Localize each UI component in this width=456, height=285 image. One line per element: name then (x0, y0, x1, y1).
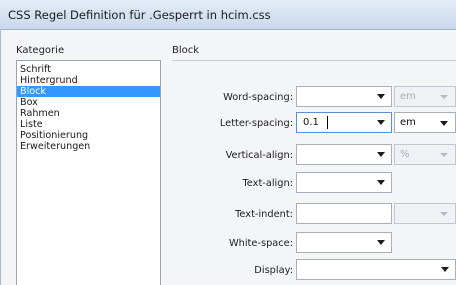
panel-divider (172, 60, 456, 61)
vertical-align-combo[interactable] (296, 144, 392, 165)
category-heading: Kategorie (16, 45, 65, 56)
chevron-down-icon[interactable] (377, 152, 385, 157)
letter-spacing-combo[interactable]: 0.1 (296, 112, 392, 133)
word-spacing-unit-select[interactable]: em (394, 86, 456, 107)
letter-spacing-label: Letter-spacing: (219, 118, 293, 129)
category-item-liste[interactable]: Liste (17, 119, 160, 130)
text-indent-unit-select[interactable] (394, 203, 456, 224)
letter-spacing-unit-value: em (400, 117, 416, 128)
text-align-label: Text-align: (242, 178, 293, 189)
category-list[interactable]: Schrift Hintergrund Block Box Rahmen Lis… (16, 60, 161, 285)
word-spacing-unit-value: em (400, 91, 416, 102)
text-indent-label: Text-indent: (235, 209, 293, 220)
text-cursor (327, 116, 328, 129)
white-space-label: White-space: (228, 238, 293, 249)
chevron-down-icon[interactable] (440, 121, 448, 126)
text-indent-input[interactable] (296, 203, 392, 224)
chevron-down-icon[interactable] (377, 120, 385, 125)
word-spacing-label: Word-spacing: (223, 92, 293, 103)
white-space-select[interactable] (296, 232, 392, 253)
category-item-block[interactable]: Block (17, 86, 160, 97)
word-spacing-combo[interactable] (296, 86, 392, 107)
window-title: CSS Regel Definition für .Gesperrt in hc… (8, 8, 271, 22)
category-item-rahmen[interactable]: Rahmen (17, 108, 160, 119)
chevron-down-icon[interactable] (441, 267, 449, 272)
chevron-down-icon[interactable] (440, 212, 448, 216)
chevron-down-icon[interactable] (377, 180, 385, 185)
title-bar: CSS Regel Definition für .Gesperrt in hc… (0, 0, 456, 30)
chevron-down-icon[interactable] (440, 153, 448, 157)
letter-spacing-value[interactable]: 0.1 (303, 117, 319, 128)
chevron-down-icon[interactable] (440, 95, 448, 99)
display-label: Display: (254, 265, 293, 276)
vertical-align-unit-value: % (400, 149, 410, 160)
panel-title: Block (172, 45, 200, 56)
category-item-erweiterungen[interactable]: Erweiterungen (17, 141, 160, 152)
vertical-align-label: Vertical-align: (225, 150, 293, 161)
category-item-hintergrund[interactable]: Hintergrund (17, 75, 160, 86)
letter-spacing-unit-select[interactable]: em (394, 112, 456, 133)
display-select[interactable] (296, 259, 456, 280)
category-item-positionierung[interactable]: Positionierung (17, 130, 160, 141)
vertical-align-unit-select[interactable]: % (394, 144, 456, 165)
category-item-box[interactable]: Box (17, 97, 160, 108)
chevron-down-icon[interactable] (377, 94, 385, 99)
category-item-schrift[interactable]: Schrift (17, 64, 160, 75)
chevron-down-icon[interactable] (377, 240, 385, 245)
text-align-select[interactable] (296, 172, 392, 193)
